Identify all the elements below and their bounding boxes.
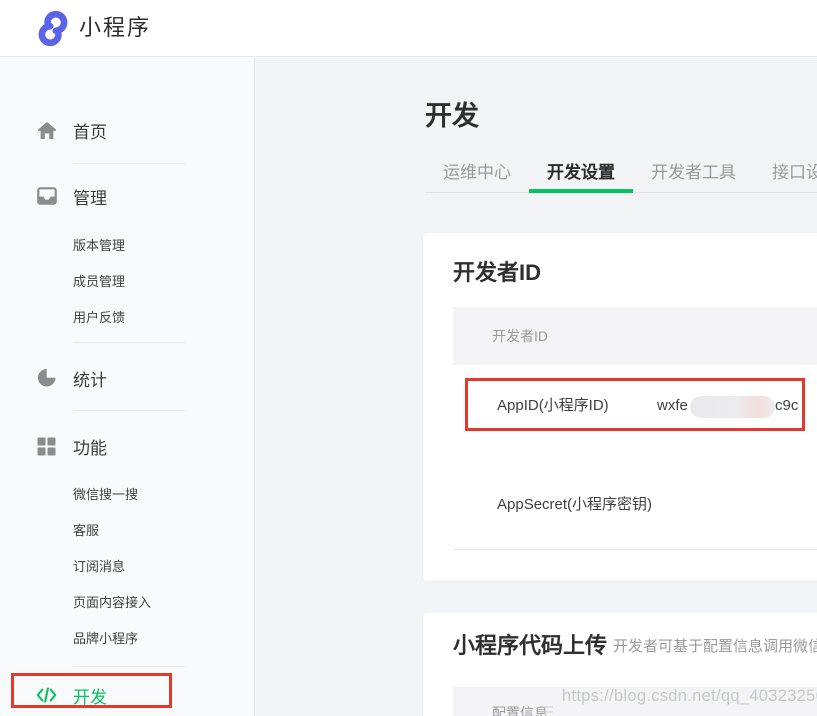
sidebar: 首页 管理 版本管理 成员管理 用户反馈 统计 <box>0 58 255 716</box>
content-area: 首页 管理 版本管理 成员管理 用户反馈 统计 <box>0 58 817 716</box>
page-title: 开发 <box>425 94 479 133</box>
sidebar-item-manage[interactable]: 管理 <box>36 184 107 208</box>
grid-icon <box>36 437 57 456</box>
sidebar-item-label: 管理 <box>73 184 107 209</box>
sidebar-item-brand-miniprogram[interactable]: 品牌小程序 <box>73 630 138 648</box>
sidebar-item-version-manage[interactable]: 版本管理 <box>73 237 125 255</box>
red-annotation-box-appid <box>465 378 805 431</box>
home-icon <box>36 121 57 140</box>
sidebar-item-label: 功能 <box>73 434 107 459</box>
card-divider <box>453 549 817 550</box>
sidebar-divider <box>73 666 185 667</box>
sidebar-item-stats[interactable]: 统计 <box>36 366 107 390</box>
app-title: 小程序 <box>79 0 151 56</box>
tab-ops-center[interactable]: 运维中心 <box>425 154 529 192</box>
tab-dev-tools[interactable]: 开发者工具 <box>633 154 754 192</box>
sidebar-item-customer-service[interactable]: 客服 <box>73 522 99 540</box>
tab-dev-settings[interactable]: 开发设置 <box>529 154 633 192</box>
red-annotation-box-develop <box>11 673 172 708</box>
sidebar-item-member-manage[interactable]: 成员管理 <box>73 273 125 291</box>
sidebar-item-features[interactable]: 功能 <box>36 434 107 458</box>
pie-chart-icon <box>36 368 57 388</box>
top-header: 小程序 <box>0 0 817 57</box>
sidebar-item-label: 首页 <box>73 118 107 143</box>
table-header-row: 开发者ID <box>453 307 817 365</box>
sidebar-divider <box>73 342 185 343</box>
watermark-text: https://blog.csdn.net/qq_40323256 <box>562 687 817 706</box>
sidebar-item-label: 统计 <box>73 366 107 391</box>
miniprogram-logo-icon <box>33 10 73 52</box>
sidebar-item-subscribe-message[interactable]: 订阅消息 <box>73 558 125 576</box>
table-header-label: 开发者ID <box>453 328 548 344</box>
watermark-icon <box>540 703 553 716</box>
sidebar-divider <box>73 163 185 164</box>
code-upload-heading: 小程序代码上传 <box>453 628 607 660</box>
appsecret-label: AppSecret(小程序密钥) <box>497 493 652 517</box>
inbox-icon <box>36 187 57 205</box>
tab-bar: 运维中心 开发设置 开发者工具 接口设 <box>425 154 817 193</box>
code-upload-description: 开发者可基于配置信息调用微信开 <box>613 635 817 656</box>
tab-api-settings[interactable]: 接口设 <box>754 154 817 192</box>
sidebar-item-wechat-search[interactable]: 微信搜一搜 <box>73 486 138 504</box>
sidebar-item-page-content[interactable]: 页面内容接入 <box>73 594 151 612</box>
developer-id-card: 开发者ID 开发者ID AppID(小程序ID) wxfe c9c AppSec… <box>423 233 817 581</box>
sidebar-divider <box>73 410 185 411</box>
developer-id-heading: 开发者ID <box>453 255 541 287</box>
sidebar-item-home[interactable]: 首页 <box>36 118 107 142</box>
sidebar-item-user-feedback[interactable]: 用户反馈 <box>73 309 125 327</box>
